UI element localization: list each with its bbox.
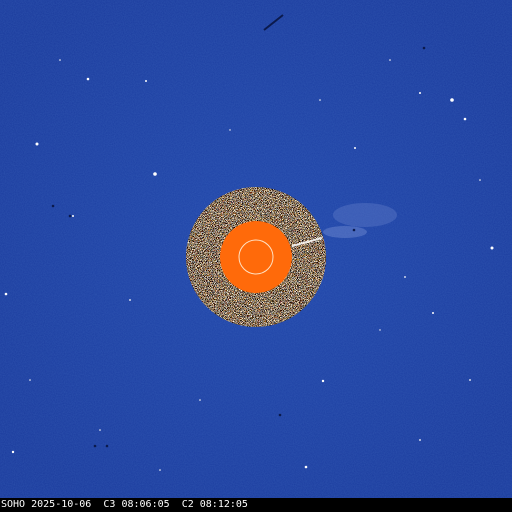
c3-label: C3	[103, 499, 116, 510]
star	[432, 312, 434, 314]
star	[490, 246, 494, 250]
star	[99, 429, 101, 431]
star	[419, 92, 421, 94]
star	[389, 59, 391, 61]
occulting-disk	[220, 221, 292, 293]
star	[35, 142, 39, 146]
c2-time: 08:12:05	[199, 499, 248, 510]
star	[419, 439, 421, 441]
star	[145, 80, 147, 82]
star	[304, 465, 308, 469]
star	[129, 299, 131, 301]
dark-pixel-artifact	[105, 444, 109, 448]
star	[86, 77, 90, 81]
star	[159, 469, 161, 471]
star	[72, 215, 74, 217]
star	[59, 59, 61, 61]
star	[153, 172, 157, 176]
dark-pixel-artifact	[352, 228, 356, 232]
star	[450, 98, 454, 102]
star	[199, 399, 201, 401]
star	[4, 292, 8, 296]
dark-pixel-artifact	[93, 444, 97, 448]
star	[321, 379, 325, 383]
star	[354, 147, 356, 149]
observatory-label: SOHO	[1, 499, 26, 510]
star	[404, 276, 406, 278]
star	[463, 117, 467, 121]
star	[469, 379, 471, 381]
dark-pixel-artifact	[68, 214, 72, 218]
coronagraph-image	[0, 0, 512, 498]
dark-pixel-artifact	[422, 46, 426, 50]
dark-pixel-artifact	[278, 413, 282, 417]
date-label: 2025-10-06	[31, 499, 92, 510]
star	[29, 379, 31, 381]
c3-time: 08:06:05	[121, 499, 170, 510]
dark-pixel-artifact	[51, 204, 55, 208]
coronagraph-viewer: SOHO 2025-10-06 C3 08:06:05 C2 08:12:05	[0, 0, 512, 512]
star	[379, 329, 381, 331]
star	[11, 450, 15, 454]
star	[229, 129, 231, 131]
caption-bar: SOHO 2025-10-06 C3 08:06:05 C2 08:12:05	[0, 498, 512, 512]
c2-label: C2	[181, 499, 194, 510]
star	[479, 179, 481, 181]
star	[319, 99, 321, 101]
